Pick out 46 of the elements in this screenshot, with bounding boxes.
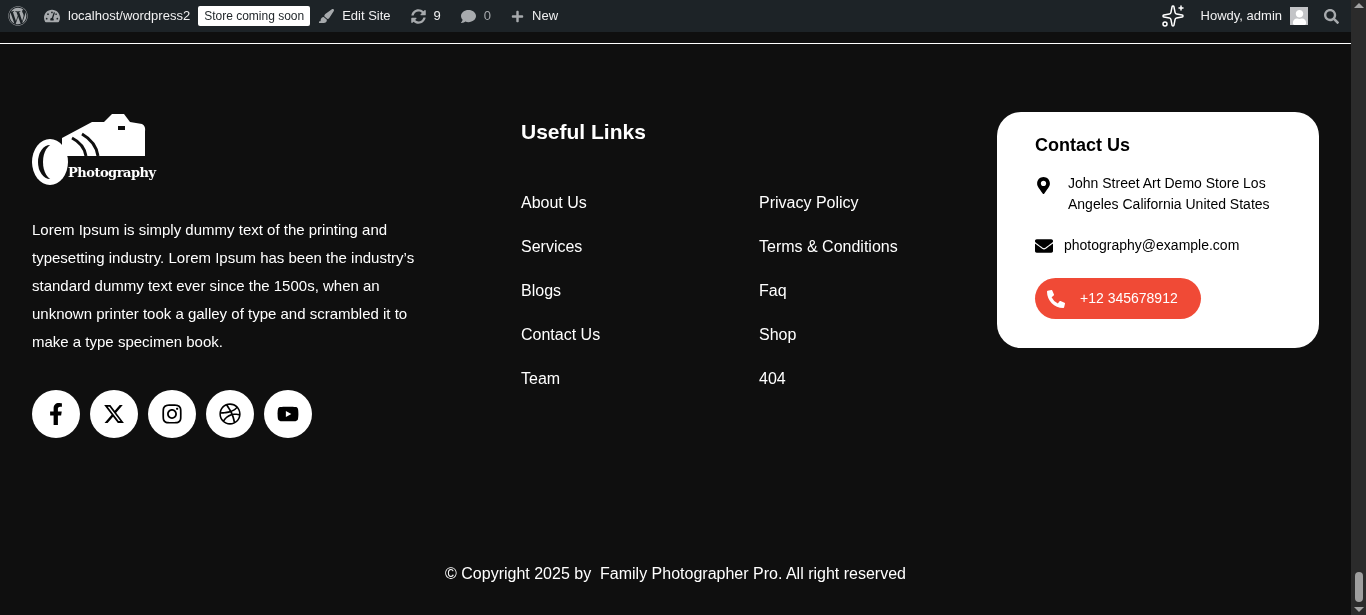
footer-link[interactable]: Team (521, 367, 759, 390)
x-icon (103, 403, 125, 425)
sparkles-icon[interactable] (1160, 4, 1185, 28)
store-badge: Store coming soon (198, 6, 311, 26)
updates-icon (410, 8, 426, 24)
footer-link[interactable]: Services (521, 235, 759, 258)
email-text: photography@example.com (1064, 236, 1240, 255)
edit-site-link[interactable]: Edit Site (342, 6, 391, 26)
footer-link[interactable]: Privacy Policy (759, 191, 997, 214)
x-link[interactable] (90, 390, 138, 438)
footer-link[interactable]: Contact Us (521, 323, 759, 346)
footer-link[interactable]: Blogs (521, 279, 759, 302)
dribbble-icon (219, 403, 241, 425)
comment-icon (460, 8, 476, 24)
footer-link[interactable]: About Us (521, 191, 759, 214)
links-heading: Useful Links (521, 119, 647, 145)
greeting-link[interactable]: Howdy, admin (1200, 6, 1282, 26)
copyright-text: © Copyright 2025 by Family Photographer Pro. All right reserved (444, 564, 907, 584)
new-link[interactable]: New (532, 6, 559, 26)
youtube-link[interactable] (264, 390, 312, 438)
footer-link[interactable]: 404 (759, 367, 997, 390)
updates-count[interactable]: 9 (433, 6, 441, 26)
footer-link[interactable]: Faq (759, 279, 997, 302)
scrollbar[interactable] (1351, 0, 1366, 615)
site-link[interactable]: localhost/wordpress2 (68, 6, 191, 26)
wordpress-logo-icon[interactable] (8, 6, 28, 26)
envelope-icon (1035, 236, 1053, 255)
plus-icon (511, 9, 525, 23)
location-pin-icon (1035, 177, 1052, 194)
footer-link[interactable]: Terms & Conditions (759, 235, 997, 258)
footer-link[interactable]: Shop (759, 323, 997, 346)
instagram-link[interactable] (148, 390, 196, 438)
dashboard-icon (44, 8, 60, 24)
phone-icon (1047, 289, 1065, 308)
about-paragraph: Lorem Ipsum is simply dummy text of the printing and typesetting industry. Lorem Ipsum has been the industry’s standard dummy text ever since the 1500s, when an unknown printer took a galley of type and scrambled it to make a type specimen book. (32, 220, 416, 352)
search-icon[interactable] (1324, 8, 1339, 24)
dribbble-link[interactable] (206, 390, 254, 438)
instagram-icon (161, 403, 183, 425)
brush-icon (318, 8, 335, 24)
address-text: John Street Art Demo Store Los Angeles California United States (1068, 174, 1271, 214)
avatar-icon (1290, 7, 1308, 25)
logo-text: Photography (68, 164, 156, 182)
facebook-link[interactable] (32, 390, 80, 438)
phone-button[interactable]: +12 345678912 (1035, 278, 1201, 319)
contact-heading: Contact Us (1035, 134, 1131, 157)
comments-count[interactable]: 0 (483, 6, 492, 26)
